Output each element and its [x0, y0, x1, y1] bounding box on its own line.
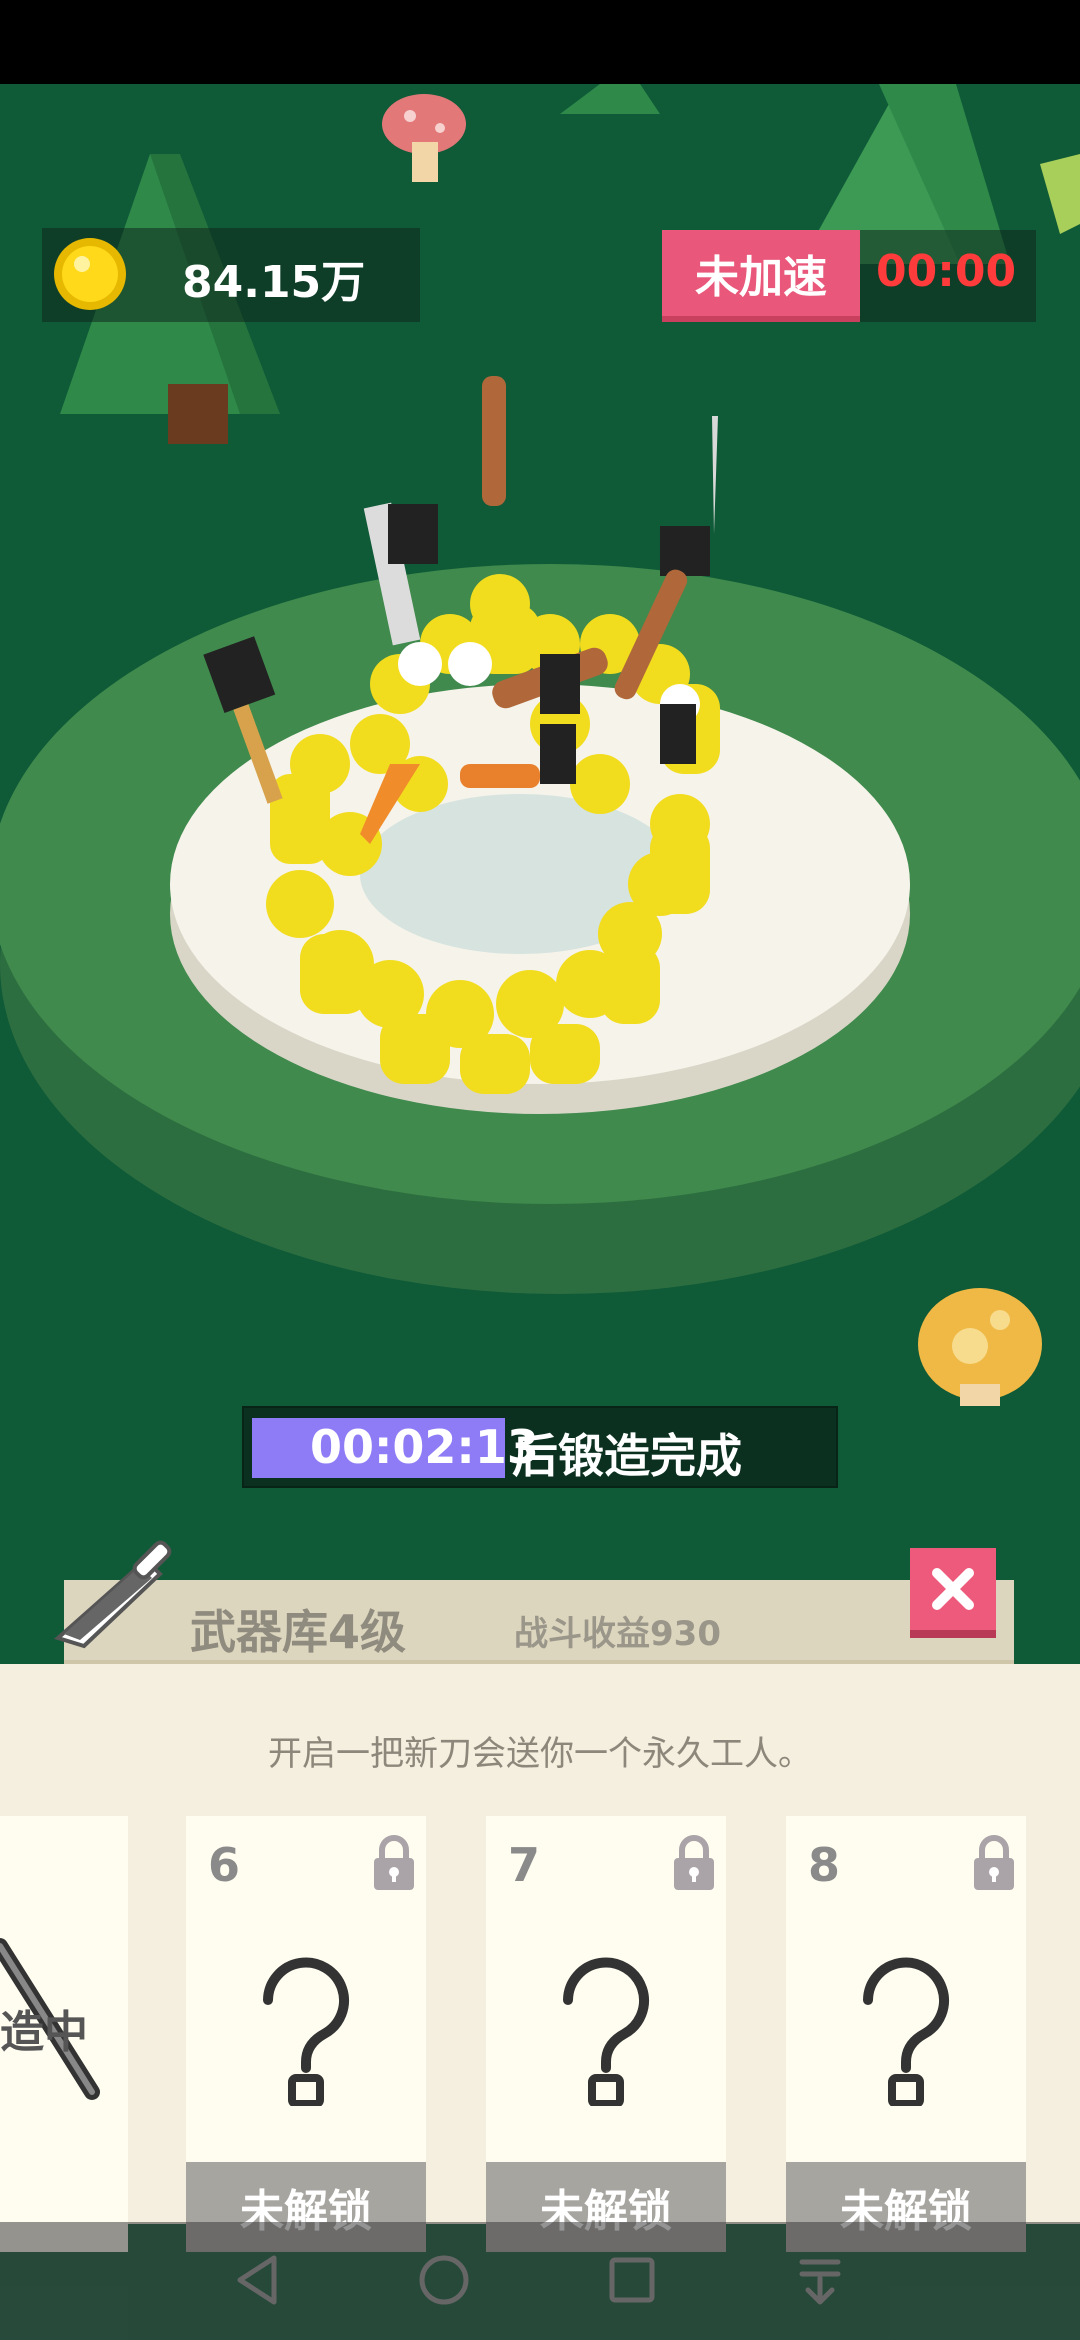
coin-icon	[54, 238, 126, 310]
notification-pulldown-icon[interactable]	[788, 2248, 852, 2312]
question-mark-icon	[563, 1957, 649, 2106]
forge-time-remaining: 00:02:13	[310, 1420, 539, 1474]
card-number: 7	[508, 1838, 541, 1892]
card-number: 8	[808, 1838, 841, 1892]
knife-icon	[54, 1540, 172, 1649]
weapon-card-6[interactable]: 6 未解锁	[186, 1816, 426, 2252]
weapon-card-8[interactable]: 8 未解锁	[786, 1816, 1026, 2252]
home-icon[interactable]	[412, 2248, 476, 2312]
speed-up-button[interactable]: 未加速	[662, 230, 860, 322]
speed-timer: 00:00	[876, 246, 1017, 297]
close-button[interactable]	[910, 1548, 996, 1638]
card-number: 6	[208, 1838, 241, 1892]
question-mark-icon	[263, 1957, 349, 2106]
weapon-card-7[interactable]: 7 未解锁	[486, 1816, 726, 2252]
navigation-bar	[0, 2222, 1080, 2340]
question-mark-icon	[863, 1957, 949, 2106]
status-bar	[0, 0, 1080, 84]
arsenal-income: 战斗收益930	[514, 1614, 721, 1654]
recent-apps-icon[interactable]	[600, 2248, 664, 2312]
arsenal-title: 武器库4级	[190, 1605, 407, 1659]
coin-balance: 84.15万	[182, 257, 366, 308]
arsenal-hint: 开启一把新刀会送你一个永久工人。	[268, 1734, 812, 1774]
lock-icon	[674, 1835, 714, 1890]
weapon-card-forging-status: 造中	[0, 2007, 88, 2058]
close-icon	[932, 1568, 974, 1610]
lock-icon	[974, 1835, 1014, 1890]
forge-status-text: 后锻造完成	[512, 1429, 742, 1483]
back-icon[interactable]	[226, 2248, 290, 2312]
lock-icon	[374, 1835, 414, 1890]
